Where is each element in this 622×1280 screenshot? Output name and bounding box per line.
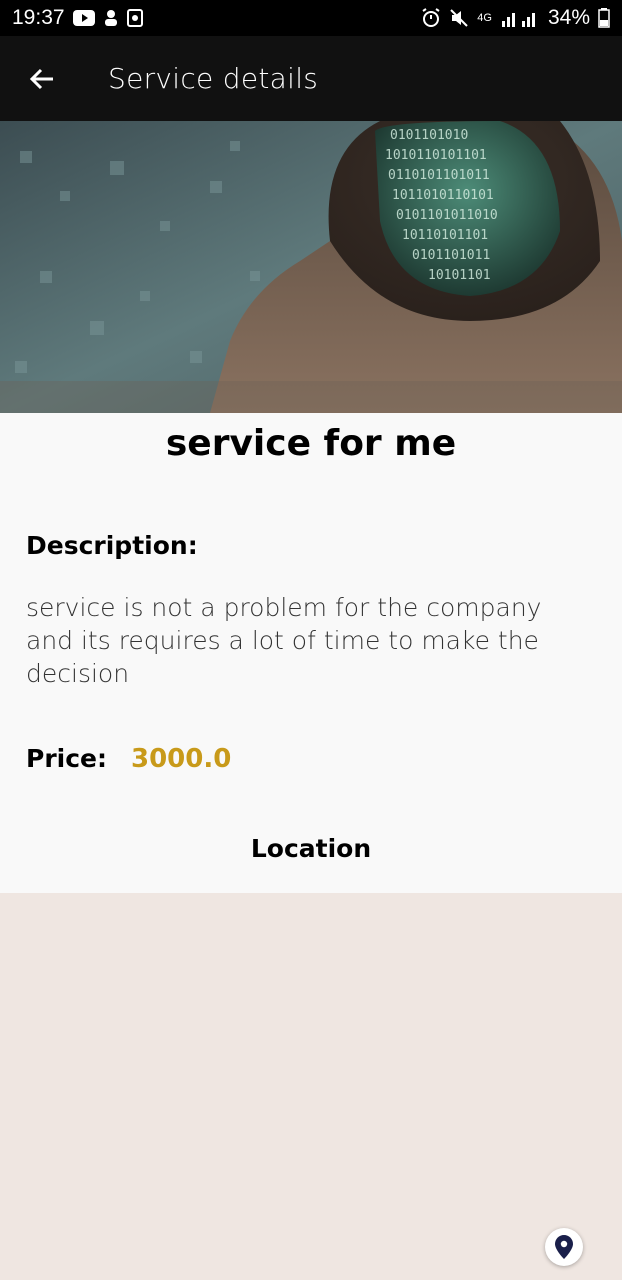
mute-icon <box>449 8 469 28</box>
description-text: service is not a problem for the company… <box>26 593 542 688</box>
page-title: Service details <box>108 62 319 95</box>
status-time: 19:37 <box>12 6 65 29</box>
svg-text:0101101011010: 0101101011010 <box>396 208 498 223</box>
signal-icon <box>500 9 540 27</box>
map-pin-icon <box>555 1235 573 1259</box>
location-label: Location <box>250 834 372 863</box>
network-type: 4G <box>477 12 492 24</box>
service-title: service for me <box>165 423 457 464</box>
price-label: Price: <box>26 744 107 773</box>
youtube-icon <box>72 10 95 26</box>
price-value: 3000.0 <box>131 744 232 774</box>
svg-text:10101101: 10101101 <box>428 268 491 283</box>
alarm-icon <box>421 8 441 28</box>
status-right: 4G 34% <box>421 6 610 30</box>
app-bar: Service details <box>0 36 622 121</box>
description-label: Description: <box>26 531 198 560</box>
back-button[interactable] <box>12 49 72 109</box>
location-map[interactable] <box>0 893 622 1280</box>
notification-icon <box>103 9 119 27</box>
battery-icon <box>598 8 610 28</box>
svg-text:0101101010: 0101101010 <box>390 128 468 143</box>
price-row: Price: 3000.0 <box>26 744 231 774</box>
service-image: 0101101010 1010110101101 0110101101011 1… <box>0 121 622 413</box>
svg-text:0110101101011: 0110101101011 <box>388 168 490 183</box>
svg-text:1011010110101: 1011010110101 <box>392 188 494 203</box>
arrow-left-icon <box>29 68 53 89</box>
battery-level: 34% <box>547 6 590 29</box>
screenshot-icon <box>126 9 143 27</box>
svg-text:1010110101101: 1010110101101 <box>385 148 487 163</box>
status-bar: 19:37 4G 34% <box>0 0 622 36</box>
service-details: service for me Description: service is n… <box>0 413 622 893</box>
svg-text:10110101101: 10110101101 <box>402 228 488 243</box>
status-left: 19:37 <box>12 6 143 30</box>
map-pin-button[interactable] <box>545 1228 583 1266</box>
svg-text:0101101011: 0101101011 <box>412 248 490 263</box>
